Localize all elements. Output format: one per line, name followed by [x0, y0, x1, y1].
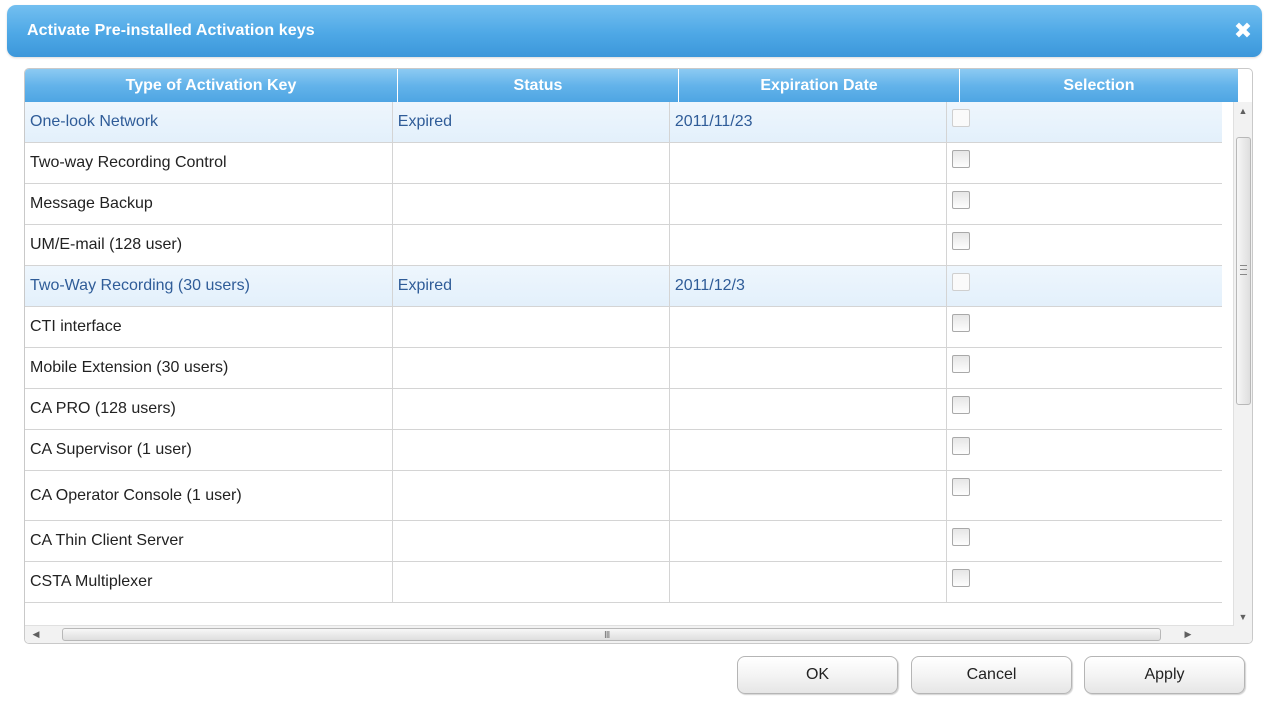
apply-button[interactable]: Apply: [1084, 656, 1245, 694]
cell-status: [393, 471, 670, 520]
cell-status: Expired: [393, 102, 670, 142]
selection-checkbox[interactable]: [951, 232, 970, 250]
cell-selection: [947, 389, 1222, 429]
cell-type: Message Backup: [25, 184, 393, 224]
table-row[interactable]: Two-way Recording Control: [25, 143, 1222, 184]
cell-expiration: [670, 143, 947, 183]
cell-type: Two-way Recording Control: [25, 143, 393, 183]
selection-checkbox[interactable]: [951, 569, 970, 587]
table-header: Type of Activation Key Status Expiration…: [25, 69, 1239, 102]
horizontal-scrollbar[interactable]: ◀ III ▶: [25, 625, 1234, 643]
vertical-scrollbar[interactable]: ▲ ▼: [1233, 102, 1252, 643]
table-body: One-look Network Expired 2011/11/23 Two-way…: [25, 102, 1222, 603]
scroll-left-arrow-icon[interactable]: ◀: [28, 626, 44, 643]
scroll-up-arrow-icon[interactable]: ▲: [1234, 102, 1252, 120]
cell-status: [393, 562, 670, 602]
cell-type: CA Supervisor (1 user): [25, 430, 393, 470]
column-header-type[interactable]: Type of Activation Key: [25, 69, 398, 102]
cancel-button[interactable]: Cancel: [911, 656, 1072, 694]
selection-checkbox[interactable]: [951, 396, 970, 414]
cell-status: [393, 348, 670, 388]
table-row[interactable]: UM/E-mail (128 user): [25, 225, 1222, 266]
scroll-right-arrow-icon[interactable]: ▶: [1180, 626, 1196, 643]
cell-selection: [947, 266, 1222, 306]
cell-selection: [947, 430, 1222, 470]
cell-expiration: [670, 184, 947, 224]
selection-checkbox[interactable]: [951, 191, 970, 209]
cell-expiration: 2011/12/3: [670, 266, 947, 306]
cell-selection: [947, 143, 1222, 183]
selection-checkbox: [951, 273, 970, 291]
cell-type: CSTA Multiplexer: [25, 562, 393, 602]
table-row[interactable]: CSTA Multiplexer: [25, 562, 1222, 603]
column-header-expiration[interactable]: Expiration Date: [679, 69, 960, 102]
cell-type: Mobile Extension (30 users): [25, 348, 393, 388]
cell-selection: [947, 521, 1222, 561]
cell-selection: [947, 225, 1222, 265]
cell-selection: [947, 102, 1222, 142]
cell-status: Expired: [393, 266, 670, 306]
table-row[interactable]: CA PRO (128 users): [25, 389, 1222, 430]
table-row[interactable]: CA Thin Client Server: [25, 521, 1222, 562]
column-header-selection[interactable]: Selection: [960, 69, 1239, 102]
table-row[interactable]: CA Operator Console (1 user): [25, 471, 1222, 521]
activation-keys-table: Type of Activation Key Status Expiration…: [24, 68, 1253, 644]
cell-expiration: [670, 225, 947, 265]
cell-selection: [947, 307, 1222, 347]
table-row[interactable]: Mobile Extension (30 users): [25, 348, 1222, 389]
selection-checkbox[interactable]: [951, 528, 970, 546]
cell-selection: [947, 184, 1222, 224]
cell-status: [393, 430, 670, 470]
dialog-title-bar: Activate Pre-installed Activation keys ✖: [7, 5, 1262, 57]
cell-status: [393, 225, 670, 265]
table-row[interactable]: CA Supervisor (1 user): [25, 430, 1222, 471]
scroll-down-arrow-icon[interactable]: ▼: [1234, 608, 1252, 626]
ok-button[interactable]: OK: [737, 656, 898, 694]
cell-status: [393, 521, 670, 561]
selection-checkbox[interactable]: [951, 150, 970, 168]
cell-type: CA Operator Console (1 user): [25, 471, 393, 520]
grip-icon: [1240, 265, 1247, 275]
cell-status: [393, 389, 670, 429]
cell-status: [393, 143, 670, 183]
selection-checkbox[interactable]: [951, 355, 970, 373]
selection-checkbox[interactable]: [951, 478, 970, 496]
selection-checkbox: [951, 109, 970, 127]
table-row[interactable]: Message Backup: [25, 184, 1222, 225]
cell-expiration: [670, 307, 947, 347]
table-row[interactable]: One-look Network Expired 2011/11/23: [25, 102, 1222, 143]
cell-expiration: [670, 562, 947, 602]
dialog-title: Activate Pre-installed Activation keys: [27, 22, 315, 39]
selection-checkbox[interactable]: [951, 314, 970, 332]
cell-expiration: [670, 389, 947, 429]
cell-type: CTI interface: [25, 307, 393, 347]
cell-type: One-look Network: [25, 102, 393, 142]
cell-type: CA PRO (128 users): [25, 389, 393, 429]
cell-selection: [947, 471, 1222, 520]
horizontal-scroll-thumb[interactable]: III: [62, 628, 1161, 641]
cell-selection: [947, 562, 1222, 602]
cell-selection: [947, 348, 1222, 388]
cell-expiration: [670, 471, 947, 520]
cell-type: CA Thin Client Server: [25, 521, 393, 561]
table-row[interactable]: CTI interface: [25, 307, 1222, 348]
close-icon[interactable]: ✖: [1232, 20, 1254, 42]
cell-expiration: [670, 521, 947, 561]
cell-expiration: [670, 430, 947, 470]
column-header-status[interactable]: Status: [398, 69, 679, 102]
cell-status: [393, 184, 670, 224]
cell-status: [393, 307, 670, 347]
vertical-scroll-thumb[interactable]: [1236, 137, 1251, 405]
grip-icon: III: [604, 630, 610, 641]
cell-type: UM/E-mail (128 user): [25, 225, 393, 265]
selection-checkbox[interactable]: [951, 437, 970, 455]
table-row[interactable]: Two-Way Recording (30 users) Expired 2011/…: [25, 266, 1222, 307]
cell-type: Two-Way Recording (30 users): [25, 266, 393, 306]
cell-expiration: 2011/11/23: [670, 102, 947, 142]
cell-expiration: [670, 348, 947, 388]
